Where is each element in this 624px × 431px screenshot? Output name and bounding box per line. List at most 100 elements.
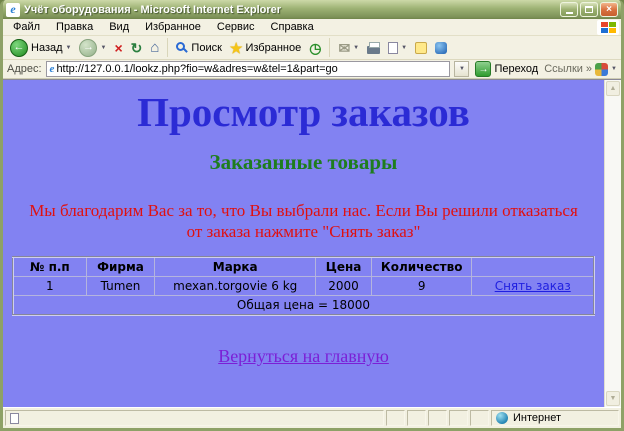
back-label: Назад: [31, 42, 63, 54]
address-input-wrap: e: [46, 61, 451, 77]
refresh-button[interactable]: ↻: [128, 40, 146, 56]
address-bar: Адрес: e ▼ → Переход Ссылки » ▼: [3, 60, 621, 79]
discuss-icon: [415, 42, 427, 54]
page-subtitle: Заказанные товары: [3, 150, 604, 175]
total-price: Общая цена = 18000: [13, 295, 594, 315]
restore-icon: [585, 6, 593, 13]
favorites-button[interactable]: ★ Избранное: [227, 40, 304, 56]
home-button[interactable]: ⌂: [147, 39, 162, 56]
status-pane: [428, 410, 447, 426]
status-pane: [449, 410, 468, 426]
forward-dropdown-icon[interactable]: ▼: [100, 45, 106, 51]
print-button[interactable]: [364, 41, 383, 55]
edit-button[interactable]: ▼: [385, 41, 410, 55]
col-number: № п.п: [13, 257, 86, 277]
col-model: Марка: [155, 257, 316, 277]
menu-help[interactable]: Справка: [263, 20, 322, 34]
messenger-icon: [435, 42, 447, 54]
stop-button[interactable]: ×: [111, 40, 125, 56]
cell-action: Снять заказ: [472, 276, 594, 295]
address-dropdown-icon: ▼: [459, 66, 465, 72]
table-total-row: Общая цена = 18000: [13, 295, 594, 315]
cell-quantity: 9: [371, 276, 472, 295]
back-button[interactable]: ← Назад ▼: [7, 38, 74, 58]
cell-number: 1: [13, 276, 86, 295]
restore-button[interactable]: [580, 2, 598, 17]
back-icon: ←: [10, 39, 28, 57]
favorites-label: Избранное: [245, 42, 301, 54]
edit-page-icon: [388, 42, 398, 54]
toolbar-separator: [167, 38, 168, 57]
window-controls: ×: [560, 2, 618, 17]
col-price: Цена: [316, 257, 372, 277]
close-button[interactable]: ×: [600, 2, 618, 17]
col-firm: Фирма: [86, 257, 155, 277]
zone-label: Интернет: [513, 412, 561, 424]
ie-icon: e: [6, 3, 20, 17]
mail-dropdown-icon[interactable]: ▼: [353, 45, 359, 51]
menu-view[interactable]: Вид: [101, 20, 137, 34]
address-input[interactable]: [56, 63, 448, 75]
cell-model: mexan.torgovie 6 kg: [155, 276, 316, 295]
menu-edit[interactable]: Правка: [48, 20, 101, 34]
refresh-icon: ↻: [131, 41, 143, 55]
go-icon: →: [475, 61, 491, 77]
scroll-down-icon[interactable]: ▼: [606, 391, 620, 406]
go-button[interactable]: → Переход: [473, 61, 540, 77]
scroll-up-icon[interactable]: ▲: [606, 81, 620, 96]
back-dropdown-icon[interactable]: ▼: [66, 45, 72, 51]
edit-dropdown-icon[interactable]: ▼: [401, 45, 407, 51]
address-label: Адрес:: [7, 63, 42, 75]
discuss-button[interactable]: [412, 41, 430, 55]
mail-button[interactable]: ✉ ▼: [335, 40, 362, 56]
address-dropdown-button[interactable]: ▼: [454, 61, 469, 77]
security-zone-pane: Интернет: [491, 410, 619, 426]
search-button[interactable]: Поиск: [173, 41, 224, 55]
menu-favorites[interactable]: Избранное: [137, 20, 209, 34]
window-title: Учёт оборудования - Microsoft Internet E…: [24, 4, 556, 16]
address-favicon: e: [48, 63, 55, 75]
cell-firm: Tumen: [86, 276, 155, 295]
history-icon: ◷: [309, 41, 321, 55]
back-to-main-link[interactable]: Вернуться на главную: [218, 346, 389, 367]
links-overflow-icon[interactable]: »: [586, 63, 592, 75]
notice-text: Мы благодарим Вас за то, что Вы выбрали …: [24, 200, 583, 243]
home-icon: ⌂: [150, 40, 159, 55]
status-pane: [386, 410, 405, 426]
print-icon: [367, 46, 380, 54]
orders-table: № п.п Фирма Марка Цена Количество 1 Tume…: [12, 256, 595, 316]
status-pane: [407, 410, 426, 426]
toolbar-separator: [329, 38, 330, 57]
addon-dropdown-icon[interactable]: ▼: [611, 66, 617, 72]
scrollbar-track[interactable]: [605, 97, 621, 390]
minimize-icon: [566, 12, 573, 14]
status-pane: [470, 410, 489, 426]
forward-icon: →: [79, 39, 97, 57]
col-action: [472, 257, 594, 277]
web-page: Просмотр заказов Заказанные товары Мы бл…: [3, 80, 604, 407]
menu-file[interactable]: Файл: [5, 20, 48, 34]
forward-button[interactable]: → ▼: [76, 38, 109, 58]
mail-icon: ✉: [338, 41, 350, 55]
windows-logo-icon: [597, 20, 619, 35]
search-icon: [176, 42, 185, 51]
page-title: Просмотр заказов: [3, 88, 604, 137]
toolbar: ← Назад ▼ → ▼ × ↻ ⌂ Поиск ★ Избранное ◷: [3, 36, 621, 60]
addon-icon[interactable]: [595, 63, 608, 76]
history-button[interactable]: ◷: [306, 40, 324, 56]
menu-tools[interactable]: Сервис: [209, 20, 263, 34]
links-label: Ссылки: [544, 63, 583, 75]
vertical-scrollbar[interactable]: ▲ ▼: [604, 80, 621, 407]
cancel-order-link[interactable]: Снять заказ: [495, 279, 571, 293]
favorites-star-icon: ★: [230, 41, 243, 55]
internet-globe-icon: [496, 412, 508, 424]
messenger-button[interactable]: [432, 41, 450, 55]
cell-price: 2000: [316, 276, 372, 295]
stop-icon: ×: [114, 41, 122, 55]
go-label: Переход: [494, 63, 538, 75]
links-bar[interactable]: Ссылки » ▼: [544, 63, 617, 76]
menu-bar: Файл Правка Вид Избранное Сервис Справка: [3, 19, 621, 36]
document-icon: [10, 413, 19, 424]
table-row: 1 Tumen mexan.torgovie 6 kg 2000 9 Снять…: [13, 276, 594, 295]
minimize-button[interactable]: [560, 2, 578, 17]
